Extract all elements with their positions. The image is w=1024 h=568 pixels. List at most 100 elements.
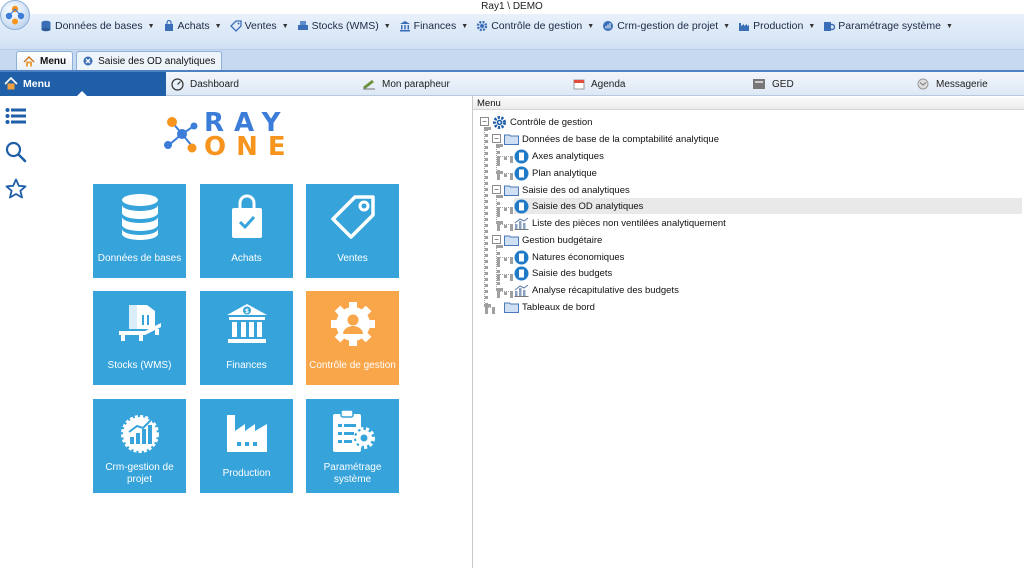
chevron-down-icon: ▼ (723, 22, 731, 30)
menu-ventes[interactable]: Ventes ▼ (226, 15, 293, 37)
tree-label: Contrôle de gestion (510, 116, 593, 128)
main-menubar: Données de bases ▼ Achats ▼ Ventes ▼ Stocks… (0, 14, 1024, 38)
tile-finances[interactable]: $ Finances (200, 291, 293, 385)
search-icon (5, 141, 27, 163)
tree-item-saisie-des-budgets[interactable]: Saisie des budgets (514, 265, 612, 281)
tile-ventes[interactable]: Ventes (306, 184, 399, 278)
gear-icon (477, 20, 488, 32)
tree-item-saisie-des-od-analytiques[interactable]: Saisie des OD analytiques (514, 198, 1022, 214)
folder-icon (504, 184, 519, 196)
chevron-down-icon: ▼ (461, 22, 469, 30)
archive-icon (752, 78, 766, 90)
signature-icon (362, 78, 376, 90)
tree-item-axes-analytiques[interactable]: Axes analytiques (514, 148, 604, 164)
form-icon (514, 250, 529, 265)
nav-dashboard[interactable]: Dashboard (171, 72, 239, 96)
tree-group-donnees-de-base[interactable]: Données de base de la comptabilité analy… (504, 131, 719, 147)
search-button[interactable] (4, 140, 28, 164)
gear-person-icon (325, 299, 381, 349)
tree-item-plan-analytique[interactable]: Plan analytique (514, 165, 597, 181)
price-tag-icon (325, 192, 381, 242)
tile-production[interactable]: Production (200, 399, 293, 493)
favorites-button[interactable] (4, 177, 28, 201)
tile-controle-de-gestion[interactable]: Contrôle de gestion (306, 291, 399, 385)
chevron-down-icon: ▼ (945, 22, 953, 30)
tile-achats[interactable]: Achats (200, 184, 293, 278)
menu-label: Finances (413, 20, 457, 32)
nav-label: Dashboard (190, 78, 239, 90)
menu-controle-de-gestion[interactable]: Contrôle de gestion ▼ (472, 15, 598, 37)
form-icon (514, 199, 529, 214)
nav-agenda[interactable]: Agenda (573, 72, 625, 96)
tree-label: Axes analytiques (532, 150, 604, 162)
menu-parametrage-systeme[interactable]: Paramétrage système ▼ (819, 15, 957, 37)
app-menu-button[interactable] (0, 0, 30, 30)
tree-label: Saisie des budgets (532, 267, 613, 279)
list-view-button[interactable] (4, 104, 28, 128)
tile-label: Paramétrage système (323, 462, 382, 485)
tile-donnees-de-bases[interactable]: Données de bases (93, 184, 186, 278)
chevron-down-icon: ▼ (383, 22, 391, 30)
nav-label: Messagerie (936, 78, 988, 90)
menu-finances[interactable]: Finances ▼ (395, 15, 473, 37)
tab-label: Saisie des OD analytiques (98, 55, 216, 67)
tree-collapse-toggle[interactable]: − (492, 185, 501, 194)
tree-label: Saisie des OD analytiques (532, 200, 644, 212)
tree-label: Gestion budgétaire (522, 234, 603, 246)
tree-line (497, 156, 513, 160)
tab-label: Menu (40, 55, 67, 67)
tree-label: Données de base de la comptabilité analy… (522, 133, 719, 145)
nav-menu-label: Menu (23, 77, 51, 90)
tree-group-gestion-budgetaire[interactable]: Gestion budgétaire (504, 232, 602, 248)
tree-line (497, 224, 513, 228)
navigation-bar: Menu (0, 71, 1024, 97)
tab-saisie-od-analytiques[interactable]: Saisie des OD analytiques (76, 51, 223, 70)
nav-mon-parapheur[interactable]: Mon parapheur (362, 72, 450, 96)
tag-icon (229, 20, 242, 32)
chevron-down-icon: ▼ (281, 22, 289, 30)
tree-group-saisie-od[interactable]: Saisie des od analytiques (504, 182, 630, 198)
menu-production[interactable]: Production ▼ (734, 15, 819, 37)
tile-crm-gestion-de-projet[interactable]: Crm-gestion de projet (93, 399, 186, 493)
logo-molecule-icon (164, 117, 198, 153)
tree-collapse-toggle[interactable]: − (492, 134, 501, 143)
tree-collapse-toggle[interactable]: − (492, 235, 501, 244)
factory-icon (739, 23, 750, 31)
tile-parametrage-systeme[interactable]: Paramétrage système (306, 399, 399, 493)
logo-text-bottom: ONE (204, 132, 296, 162)
tree-label: Plan analytique (532, 167, 597, 179)
menu-crm[interactable]: Crm-gestion de projet ▼ (598, 15, 734, 37)
tile-stocks-wms[interactable]: Stocks (WMS) (93, 291, 186, 385)
tree-group-tableaux-de-bord[interactable]: Tableaux de bord (504, 299, 595, 315)
menu-stocks[interactable]: Stocks (WMS) ▼ (293, 15, 395, 37)
tree-collapse-toggle[interactable]: − (480, 117, 489, 126)
nav-messagerie[interactable]: Messagerie (916, 72, 988, 96)
report-chart-icon (514, 217, 529, 230)
database-icon (112, 192, 168, 242)
nav-menu-button[interactable]: Menu (0, 71, 166, 97)
tile-label: Stocks (WMS) (107, 360, 172, 371)
tree-label: Tableaux de bord (522, 301, 595, 313)
tree-line (497, 291, 513, 295)
dashboard-icon (171, 77, 184, 91)
close-tab-icon[interactable] (83, 56, 93, 66)
tab-menu[interactable]: Menu (16, 51, 74, 70)
chevron-down-icon: ▼ (214, 22, 222, 30)
panel-divider[interactable] (472, 96, 473, 568)
menu-achats[interactable]: Achats ▼ (159, 15, 226, 37)
tree-item-analyse-recapitulative[interactable]: Analyse récapitulative des budgets (514, 282, 679, 298)
tree-line (497, 257, 513, 261)
tree-root-controle-de-gestion[interactable]: Contrôle de gestion (492, 114, 592, 130)
window-title: Ray1 \ DEMO (0, 0, 1024, 14)
tree-label: Natures économiques (532, 251, 625, 263)
tree-item-natures-economiques[interactable]: Natures économiques (514, 249, 624, 265)
tree-item-liste-pieces-non-ventilees[interactable]: Liste des pièces non ventilées analytiqu… (514, 215, 726, 231)
tile-label: Ventes (337, 253, 368, 264)
report-chart-icon (514, 284, 529, 297)
menu-donnees-de-bases[interactable]: Données de bases ▼ (36, 15, 159, 37)
document-tabs: Menu Saisie des OD analytiques (0, 50, 1024, 72)
menu-label: Contrôle de gestion (491, 20, 583, 32)
ribbon-band (0, 38, 1024, 50)
clipboard-gear-icon (325, 407, 381, 457)
nav-ged[interactable]: GED (752, 72, 794, 96)
